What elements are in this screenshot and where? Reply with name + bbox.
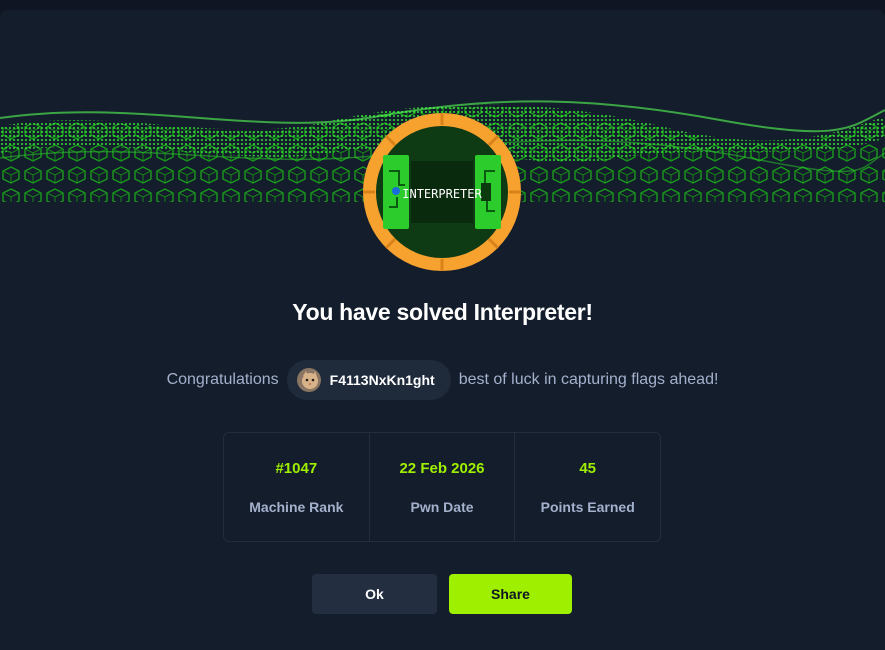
congrats-line: Congratulations F4113NxKn1ght best of lu…: [0, 360, 885, 400]
congrats-suffix: best of luck in capturing flags ahead!: [458, 371, 719, 388]
stat-label: Pwn Date: [410, 498, 474, 515]
stats-panel: #1047 Machine Rank 22 Feb 2026 Pwn Date …: [223, 432, 661, 542]
stat-value: 45: [579, 459, 597, 477]
stat-value: #1047: [275, 459, 318, 477]
stat-label: Points Earned: [540, 498, 635, 515]
stat-points-earned: 45 Points Earned: [515, 433, 660, 541]
ok-button[interactable]: Ok: [312, 574, 437, 614]
stat-label: Machine Rank: [249, 498, 344, 515]
username: F4113NxKn1ght: [329, 372, 435, 388]
solved-modal: INTERPRETER You have solved Interpreter!…: [0, 10, 885, 650]
avatar: [296, 368, 321, 392]
stat-machine-rank: #1047 Machine Rank: [224, 433, 370, 541]
machine-badge: INTERPRETER: [361, 111, 523, 273]
user-chip[interactable]: F4113NxKn1ght: [286, 360, 451, 400]
congrats-prefix: Congratulations: [166, 371, 279, 388]
stat-value: 22 Feb 2026: [399, 459, 485, 477]
badge-label: INTERPRETER: [402, 187, 482, 201]
solved-title: You have solved Interpreter!: [292, 299, 593, 325]
stat-pwn-date: 22 Feb 2026 Pwn Date: [370, 433, 516, 541]
share-button[interactable]: Share: [449, 574, 572, 614]
